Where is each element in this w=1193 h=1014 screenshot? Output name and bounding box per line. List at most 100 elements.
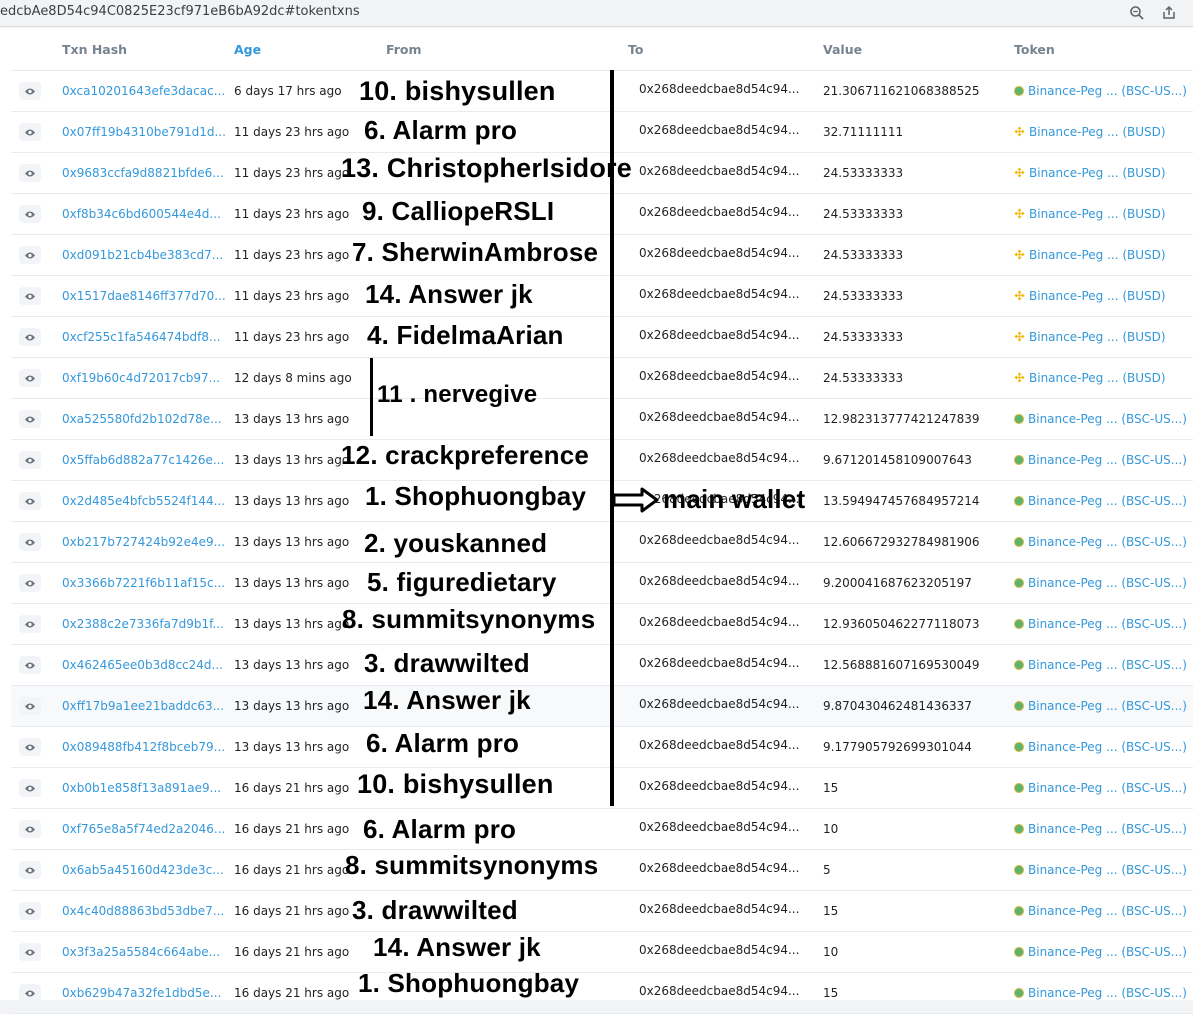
value-cell: 12.606672932784981906 xyxy=(823,521,1014,563)
txn-hash-link[interactable]: 0x07ff19b4310be791d1d... xyxy=(62,125,226,139)
eye-icon[interactable] xyxy=(19,164,41,182)
token-cell: Binance-Peg ... (BUSD) xyxy=(1014,316,1193,358)
token-link[interactable]: Binance-Peg ... (BUSD) xyxy=(1029,248,1166,262)
eye-icon[interactable] xyxy=(19,738,41,756)
token-link[interactable]: Binance-Peg ... (BSC-US...) xyxy=(1028,494,1187,508)
token-link[interactable]: Binance-Peg ... (BSC-US...) xyxy=(1028,84,1187,98)
token-cell: Binance-Peg ... (BUSD) xyxy=(1014,234,1193,276)
share-icon[interactable] xyxy=(1159,3,1179,23)
token-link[interactable]: Binance-Peg ... (BSC-US...) xyxy=(1028,986,1187,1000)
table-row: 0x2d485e4bfcb5524f144... 13 days 13 hrs a… xyxy=(11,480,1193,522)
token-link[interactable]: Binance-Peg ... (BUSD) xyxy=(1029,125,1166,139)
token-link[interactable]: Binance-Peg ... (BSC-US...) xyxy=(1028,535,1187,549)
view-cell xyxy=(11,726,62,768)
token-link[interactable]: Binance-Peg ... (BUSD) xyxy=(1029,289,1166,303)
to-cell: IN0x268deedcbae8d54c94... xyxy=(628,111,823,153)
txn-hash-link[interactable]: 0xb629b47a32fe1dbd5e... xyxy=(62,986,221,1000)
txn-hash-link[interactable]: 0xff17b9a1ee21baddc63... xyxy=(62,699,224,713)
txn-hash-link[interactable]: 0x9683ccfa9d8821bfde6... xyxy=(62,166,224,180)
eye-icon[interactable] xyxy=(19,287,41,305)
txn-hash-cell: 0xff17b9a1ee21baddc63... xyxy=(62,685,234,727)
token-cell: Binance-Peg ... (BSC-US...) xyxy=(1014,398,1193,440)
token-link[interactable]: Binance-Peg ... (BSC-US...) xyxy=(1028,453,1187,467)
table-row: 0xcf255c1fa546474bdf8... 11 days 23 hrs a… xyxy=(11,316,1193,358)
txn-hash-link[interactable]: 0xb217b727424b92e4e9... xyxy=(62,535,225,549)
txn-hash-link[interactable]: 0xf8b34c6bd600544e4d... xyxy=(62,207,221,221)
txn-hash-link[interactable]: 0x3f3a25a5584c664abe... xyxy=(62,945,220,959)
token-link[interactable]: Binance-Peg ... (BSC-US...) xyxy=(1028,904,1187,918)
eye-icon[interactable] xyxy=(19,451,41,469)
usd-token-icon xyxy=(1014,660,1024,670)
token-link[interactable]: Binance-Peg ... (BSC-US...) xyxy=(1028,863,1187,877)
token-link[interactable]: Binance-Peg ... (BSC-US...) xyxy=(1028,412,1187,426)
eye-icon[interactable] xyxy=(19,574,41,592)
eye-icon[interactable] xyxy=(19,205,41,223)
token-link[interactable]: Binance-Peg ... (BSC-US...) xyxy=(1028,699,1187,713)
txn-hash-cell: 0x6ab5a45160d423de3c... xyxy=(62,849,234,891)
eye-icon[interactable] xyxy=(19,902,41,920)
age-header[interactable]: Age xyxy=(234,28,386,71)
txn-hash-link[interactable]: 0xf765e8a5f74ed2a2046... xyxy=(62,822,225,836)
txn-hash-cell: 0x3366b7221f6b11af15c... xyxy=(62,562,234,604)
txn-hash-link[interactable]: 0x2388c2e7336fa7d9b1f... xyxy=(62,617,224,631)
to-cell: IN0x268deedcbae8d54c94... xyxy=(628,767,823,809)
txn-hash-link[interactable]: 0x3366b7221f6b11af15c... xyxy=(62,576,225,590)
txn-hash-link[interactable]: 0x4c40d88863bd53dbe7... xyxy=(62,904,224,918)
token-link[interactable]: Binance-Peg ... (BSC-US...) xyxy=(1028,822,1187,836)
token-link[interactable]: Binance-Peg ... (BUSD) xyxy=(1029,371,1166,385)
table-row: 0x6ab5a45160d423de3c... 16 days 21 hrs ag… xyxy=(11,849,1193,891)
eye-icon[interactable] xyxy=(19,697,41,715)
token-link[interactable]: Binance-Peg ... (BUSD) xyxy=(1029,330,1166,344)
zoom-icon[interactable] xyxy=(1127,3,1147,23)
eye-icon[interactable] xyxy=(19,656,41,674)
eye-icon[interactable] xyxy=(19,533,41,551)
txn-hash-link[interactable]: 0x1517dae8146ff377d70... xyxy=(62,289,226,303)
view-cell xyxy=(11,316,62,358)
eye-icon[interactable] xyxy=(19,861,41,879)
to-address: 0x268deedcbae8d54c94... xyxy=(639,328,800,342)
to-cell: IN0x268deedcbae8d54c94... xyxy=(628,152,823,194)
token-link[interactable]: Binance-Peg ... (BSC-US...) xyxy=(1028,781,1187,795)
txn-hash-link[interactable]: 0xb0b1e858f13a891ae9... xyxy=(62,781,221,795)
eye-icon[interactable] xyxy=(19,328,41,346)
token-link[interactable]: Binance-Peg ... (BSC-US...) xyxy=(1028,658,1187,672)
txn-hash-link[interactable]: 0xd091b21cb4be383cd7... xyxy=(62,248,223,262)
txn-hash-link[interactable]: 0x5ffab6d882a77c1426e... xyxy=(62,453,224,467)
browser-address-bar[interactable]: edcbAe8D54c94C0825E23cf971eB6bA92dc#toke… xyxy=(0,0,1193,27)
txn-hash-link[interactable]: 0x2d485e4bfcb5524f144... xyxy=(62,494,225,508)
eye-icon[interactable] xyxy=(19,820,41,838)
token-cell: Binance-Peg ... (BUSD) xyxy=(1014,357,1193,399)
txn-hash-link[interactable]: 0x462465ee0b3d8cc24d... xyxy=(62,658,223,672)
value-cell: 24.53333333 xyxy=(823,357,1014,399)
to-cell: IN0x268deedcbae8d54c94... xyxy=(628,70,823,112)
eye-icon[interactable] xyxy=(19,615,41,633)
token-link[interactable]: Binance-Peg ... (BSC-US...) xyxy=(1028,740,1187,754)
value-cell: 12.982313777421247839 xyxy=(823,398,1014,440)
txn-hash-link[interactable]: 0x089488fb412f8bceb79... xyxy=(62,740,225,754)
token-link[interactable]: Binance-Peg ... (BUSD) xyxy=(1029,207,1166,221)
url-text[interactable]: edcbAe8D54c94C0825E23cf971eB6bA92dc#toke… xyxy=(0,4,360,19)
txn-hash-link[interactable]: 0xcf255c1fa546474bdf8... xyxy=(62,330,220,344)
txn-hash-link[interactable]: 0x6ab5a45160d423de3c... xyxy=(62,863,224,877)
txn-hash-link[interactable]: 0xa525580fd2b102d78e... xyxy=(62,412,222,426)
token-cell: Binance-Peg ... (BUSD) xyxy=(1014,152,1193,194)
eye-icon[interactable] xyxy=(19,246,41,264)
txn-hash-link[interactable]: 0xf19b60c4d72017cb97... xyxy=(62,371,220,385)
eye-icon[interactable] xyxy=(19,984,41,1002)
eye-icon[interactable] xyxy=(19,369,41,387)
eye-icon[interactable] xyxy=(19,82,41,100)
eye-icon[interactable] xyxy=(19,123,41,141)
token-link[interactable]: Binance-Peg ... (BSC-US...) xyxy=(1028,617,1187,631)
annotation-label: 5. figuredietary xyxy=(367,567,557,597)
token-link[interactable]: Binance-Peg ... (BSC-US...) xyxy=(1028,945,1187,959)
token-cell: Binance-Peg ... (BSC-US...) xyxy=(1014,931,1193,973)
eye-icon[interactable] xyxy=(19,943,41,961)
token-cell: Binance-Peg ... (BSC-US...) xyxy=(1014,603,1193,645)
eye-icon[interactable] xyxy=(19,410,41,428)
token-link[interactable]: Binance-Peg ... (BUSD) xyxy=(1029,166,1166,180)
eye-icon[interactable] xyxy=(19,779,41,797)
value-cell: 9.870430462481436337 xyxy=(823,685,1014,727)
txn-hash-link[interactable]: 0xca10201643efe3dacac... xyxy=(62,84,225,98)
eye-icon[interactable] xyxy=(19,492,41,510)
token-link[interactable]: Binance-Peg ... (BSC-US...) xyxy=(1028,576,1187,590)
